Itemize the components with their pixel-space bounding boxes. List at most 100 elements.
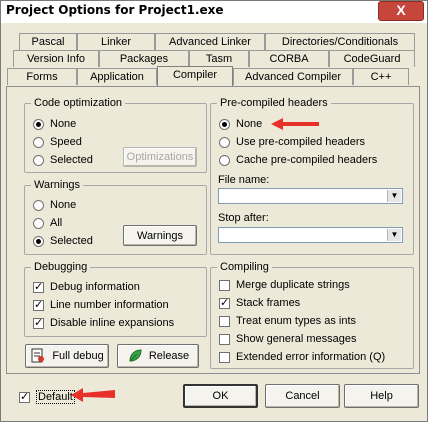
tab-label: CORBA [269,53,309,65]
radio-label: Selected [50,235,93,247]
project-options-dialog: Project Options for Project1.exe X Pasca… [0,0,428,422]
radio-label: None [50,199,77,211]
radio-opt-none[interactable]: None [33,118,76,130]
optimizations-button[interactable]: Optimizations [123,147,197,167]
checkbox-label: Show general messages [236,333,357,345]
tab-label: Directories/Conditionals [281,36,399,48]
release-icon [129,349,142,362]
close-icon: X [396,2,406,18]
radio-opt-speed[interactable]: Speed [33,136,82,148]
tab-label: C++ [370,71,392,83]
button-label: Release [148,350,190,362]
tab-pascal[interactable]: Pascal [19,33,77,50]
radio-circle [219,136,230,148]
tab-label: Version Info [26,53,86,65]
help-button[interactable]: Help [344,384,419,408]
checkbox-label: Debug information [50,281,140,293]
checkbox-box [219,351,230,363]
button-label: Full debug [52,350,104,362]
radio-label: Cache pre-compiled headers [236,154,378,166]
check-disable-inline[interactable]: Disable inline expansions [33,316,175,329]
check-default[interactable]: Default [19,390,75,404]
checkbox-box [33,280,44,293]
checkbox-label: Stack frames [236,297,301,309]
warnings-button[interactable]: Warnings [123,225,197,246]
chevron-down-icon[interactable]: ▼ [387,190,401,202]
checkbox-box [33,298,44,311]
checkbox-box [219,315,230,327]
tab-codeguard[interactable]: CodeGuard [329,50,415,67]
check-stack-frames[interactable]: Stack frames [219,296,301,309]
tab-label: Compiler [172,69,217,81]
checkbox-box [219,279,230,291]
checkbox-box [19,390,30,403]
tab-corba[interactable]: CORBA [249,50,329,67]
document-icon [31,348,45,363]
radio-circle [33,235,44,247]
radio-label: All [50,217,63,229]
checkbox-box [219,333,230,345]
check-line-number-info[interactable]: Line number information [33,298,169,311]
tab-label: Application [90,71,144,83]
radio-circle [33,199,44,211]
tab-application[interactable]: Application [77,68,157,85]
tab-linker[interactable]: Linker [77,33,155,50]
radio-pch-cache[interactable]: Cache pre-compiled headers [219,154,377,166]
tab-directories-conditionals[interactable]: Directories/Conditionals [265,33,415,50]
annotation-arrow-icon [71,388,115,402]
radio-circle [33,136,44,148]
check-debug-info[interactable]: Debug information [33,280,140,293]
release-button[interactable]: Release [117,344,199,368]
check-merge-strings[interactable]: Merge duplicate strings [219,279,350,291]
cancel-button[interactable]: Cancel [265,384,340,408]
title-bar: Project Options for Project1.exe X [1,1,427,23]
check-enum-ints[interactable]: Treat enum types as ints [219,315,356,327]
full-debug-button[interactable]: Full debug [25,344,109,368]
radio-label: None [236,118,263,130]
checkbox-label: Default [36,390,75,404]
checkbox-label: Disable inline expansions [50,317,175,329]
radio-warn-selected[interactable]: Selected [33,235,93,247]
radio-circle [33,118,44,130]
radio-circle [33,217,44,229]
radio-warn-all[interactable]: All [33,217,62,229]
tab-advanced-compiler[interactable]: Advanced Compiler [233,68,353,85]
checkbox-label: Line number information [50,299,169,311]
radio-pch-use[interactable]: Use pre-compiled headers [219,136,365,148]
checkbox-box [33,316,44,329]
tab-compiler[interactable]: Compiler [157,66,233,86]
chevron-down-icon[interactable]: ▼ [387,229,401,241]
tab-tasm[interactable]: Tasm [189,50,249,67]
tab-forms[interactable]: Forms [7,68,77,85]
radio-label: Speed [50,136,82,148]
group-title: Pre-compiled headers [220,97,328,109]
radio-warn-none[interactable]: None [33,199,76,211]
tab-advanced-linker[interactable]: Advanced Linker [155,33,265,50]
stop-after-label: Stop after: [218,212,269,224]
tab-label: Advanced Compiler [245,71,341,83]
group-title: Compiling [220,261,269,273]
radio-pch-none[interactable]: None [219,118,262,130]
stop-after-combo[interactable]: ▼ [218,227,403,243]
radio-circle [33,154,44,166]
tab-cpp[interactable]: C++ [353,68,409,85]
check-extended-error[interactable]: Extended error information (Q) [219,351,385,363]
checkbox-label: Merge duplicate strings [236,279,350,291]
tab-version-info[interactable]: Version Info [13,50,99,67]
close-button[interactable]: X [378,1,424,21]
checkbox-box [219,296,230,309]
window-title: Project Options for Project1.exe [6,3,224,17]
tab-label: Pascal [31,36,65,48]
radio-label: Use pre-compiled headers [236,136,366,148]
radio-opt-selected[interactable]: Selected [33,154,93,166]
compiler-tab-panel: Code optimization None Speed Selected Op… [6,86,420,374]
group-title: Debugging [34,261,88,273]
group-title: Warnings [34,179,81,191]
tab-label: Packages [119,53,169,65]
tab-packages[interactable]: Packages [99,50,189,67]
tab-label: Linker [101,36,131,48]
file-name-combo[interactable]: ▼ [218,188,403,204]
ok-button[interactable]: OK [183,384,258,408]
check-general-messages[interactable]: Show general messages [219,333,356,345]
radio-label: None [50,118,77,130]
